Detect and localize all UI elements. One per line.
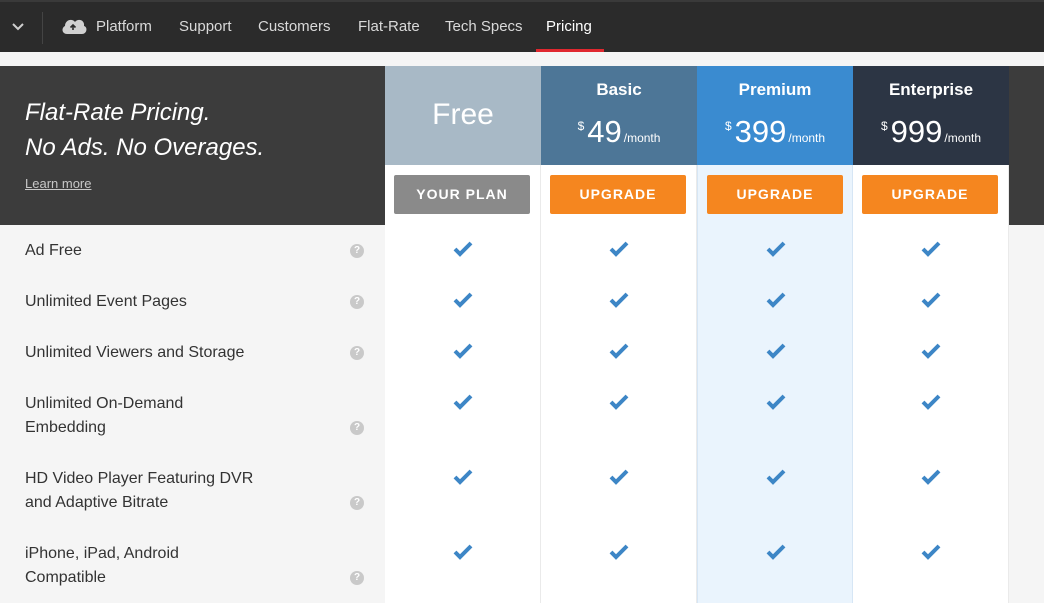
- upgrade-premium-button[interactable]: UPGRADE: [707, 175, 843, 214]
- price-amount: 49: [587, 114, 622, 149]
- nav-customers[interactable]: Customers: [258, 2, 331, 52]
- plan-price: $999/month: [853, 114, 1009, 150]
- plan-body: UPGRADE: [541, 165, 697, 603]
- check-icon: [766, 292, 786, 308]
- check-icon: [453, 241, 473, 257]
- plan-name: Basic: [596, 80, 642, 99]
- check-icon: [609, 544, 629, 560]
- price-amount: 399: [734, 114, 787, 149]
- check-icon: [453, 544, 473, 560]
- price-period: /month: [788, 131, 826, 145]
- plan-body: YOUR PLAN: [385, 165, 541, 603]
- hero-title: Flat-Rate Pricing. No Ads. No Overages.: [25, 99, 265, 161]
- plan-basic: Basic $49/month UPGRADE: [541, 66, 697, 603]
- plan-name: Premium: [738, 80, 812, 99]
- check-icon: [609, 394, 629, 410]
- plan-free: Free YOUR PLAN: [385, 66, 541, 603]
- check-icon: [766, 394, 786, 410]
- plan-name: Free: [432, 98, 494, 131]
- nav-support[interactable]: Support: [179, 2, 232, 52]
- check-icon: [921, 469, 941, 485]
- feature-label: HD Video Player Featuring DVR and Adapti…: [25, 470, 254, 511]
- check-icon: [609, 469, 629, 485]
- feature-label: Ad Free: [25, 242, 82, 259]
- active-tab-indicator: [536, 49, 604, 52]
- cloud-icon[interactable]: [60, 15, 88, 37]
- plan-enterprise: Enterprise $999/month UPGRADE: [853, 66, 1009, 603]
- help-icon[interactable]: ?: [350, 571, 364, 585]
- check-icon: [766, 241, 786, 257]
- check-icon: [609, 292, 629, 308]
- price-period: /month: [623, 131, 661, 145]
- plan-name: Enterprise: [888, 80, 974, 99]
- currency-symbol: $: [577, 119, 585, 133]
- check-icon: [609, 343, 629, 359]
- plan-price: $49/month: [541, 114, 697, 150]
- plan-body: UPGRADE: [853, 165, 1009, 603]
- currency-symbol: $: [724, 119, 732, 133]
- plan-premium: Premium $399/month UPGRADE: [697, 66, 853, 603]
- check-icon: [921, 241, 941, 257]
- help-icon[interactable]: ?: [350, 346, 364, 360]
- plan-header: Premium $399/month: [697, 66, 853, 165]
- nav-flat-rate[interactable]: Flat-Rate: [358, 2, 420, 52]
- price-amount: 999: [890, 114, 943, 149]
- upgrade-enterprise-button[interactable]: UPGRADE: [862, 175, 998, 214]
- check-icon: [609, 241, 629, 257]
- nav-pricing[interactable]: Pricing: [546, 2, 592, 52]
- currency-symbol: $: [880, 119, 888, 133]
- check-icon: [453, 394, 473, 410]
- learn-more-link[interactable]: Learn more: [25, 176, 91, 191]
- check-icon: [766, 469, 786, 485]
- nav-tech-specs[interactable]: Tech Specs: [445, 2, 523, 52]
- help-icon[interactable]: ?: [350, 421, 364, 435]
- plan-header: Free: [385, 66, 541, 165]
- feature-label: iPhone, iPad, Android Compatible: [25, 545, 179, 586]
- your-plan-button[interactable]: YOUR PLAN: [394, 175, 530, 214]
- plan-header: Basic $49/month: [541, 66, 697, 165]
- help-icon[interactable]: ?: [350, 244, 364, 258]
- top-navigation: Platform Support Customers Flat-Rate Tec…: [0, 0, 1044, 52]
- feature-label: Unlimited On-Demand Embedding: [25, 395, 184, 436]
- upgrade-basic-button[interactable]: UPGRADE: [550, 175, 686, 214]
- plan-body: UPGRADE: [697, 165, 853, 603]
- price-period: /month: [944, 131, 982, 145]
- nav-divider: [42, 12, 43, 44]
- check-icon: [766, 343, 786, 359]
- check-icon: [921, 343, 941, 359]
- help-icon[interactable]: ?: [350, 295, 364, 309]
- feature-label: Unlimited Viewers and Storage: [25, 344, 245, 361]
- check-icon: [453, 292, 473, 308]
- check-icon: [766, 544, 786, 560]
- plan-header: Enterprise $999/month: [853, 66, 1009, 165]
- nav-platform[interactable]: Platform: [96, 2, 152, 52]
- feature-label: Unlimited Event Pages: [25, 293, 187, 310]
- check-icon: [453, 343, 473, 359]
- help-icon[interactable]: ?: [350, 496, 364, 510]
- check-icon: [921, 544, 941, 560]
- check-icon: [921, 292, 941, 308]
- plan-price: $399/month: [697, 114, 853, 150]
- check-icon: [453, 469, 473, 485]
- check-icon: [921, 394, 941, 410]
- chevron-down-icon[interactable]: [0, 2, 36, 52]
